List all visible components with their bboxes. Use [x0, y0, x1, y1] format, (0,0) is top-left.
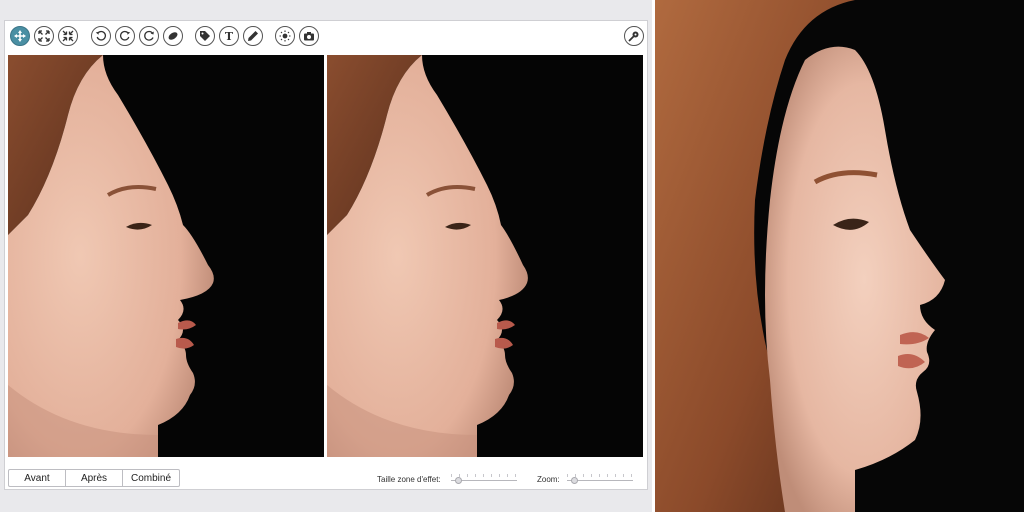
pencil-icon — [248, 31, 258, 41]
text-tool-button[interactable]: T — [219, 26, 239, 46]
zoom-label: Zoom: — [537, 475, 560, 484]
eraser-icon — [168, 32, 178, 40]
zoom-slider-thumb[interactable] — [571, 477, 578, 484]
profile-photo-after — [327, 55, 643, 457]
effect-size-slider-thumb[interactable] — [455, 477, 462, 484]
brightness-tool-button[interactable] — [275, 26, 295, 46]
pencil-tool-button[interactable] — [243, 26, 263, 46]
profile-photo-before — [8, 55, 324, 457]
editor-panel: T Avant Après Combiné Taille zone d'effe… — [4, 20, 648, 490]
shrink-tool-button[interactable] — [58, 26, 78, 46]
tag-tool-button[interactable] — [195, 26, 215, 46]
effect-size-slider[interactable] — [451, 474, 517, 484]
effect-size-label: Taille zone d'effet: — [377, 475, 441, 484]
profile-photo-large — [655, 0, 1024, 512]
zoom-slider[interactable] — [567, 474, 633, 484]
bottom-controls: Avant Après Combiné Taille zone d'effet:… — [5, 467, 647, 489]
capture-tool-button[interactable] — [299, 26, 319, 46]
rotate-left-icon — [95, 30, 107, 41]
toolbar: T — [5, 21, 647, 53]
tag-icon — [200, 31, 210, 41]
view-before-button[interactable]: Avant — [9, 470, 66, 486]
rotate-right-icon — [119, 30, 131, 41]
reset-rotation-icon — [144, 30, 154, 41]
view-after-button[interactable]: Après — [66, 470, 123, 486]
zoom-out-arrows-icon — [62, 30, 74, 42]
eraser-tool-button[interactable] — [163, 26, 183, 46]
text-tool-icon: T — [224, 29, 234, 43]
before-photo-viewer[interactable] — [8, 55, 324, 457]
camera-icon — [304, 32, 314, 41]
zoom-in-arrows-icon — [38, 30, 50, 42]
enlarge-tool-button[interactable] — [34, 26, 54, 46]
move-tool-button[interactable] — [10, 26, 30, 46]
rotate-left-button[interactable] — [91, 26, 111, 46]
brightness-icon — [279, 30, 291, 42]
view-mode-selector: Avant Après Combiné — [8, 469, 180, 487]
settings-button[interactable] — [624, 26, 644, 46]
settings-pin-icon — [628, 31, 639, 42]
move-icon — [14, 30, 26, 42]
reset-rotation-button[interactable] — [139, 26, 159, 46]
view-combined-button[interactable]: Combiné — [123, 470, 179, 486]
after-photo-viewer[interactable] — [327, 55, 643, 457]
before-after-editor-window: T Avant Après Combiné Taille zone d'effe… — [0, 0, 652, 512]
rotate-right-button[interactable] — [115, 26, 135, 46]
large-profile-photo — [655, 0, 1024, 512]
